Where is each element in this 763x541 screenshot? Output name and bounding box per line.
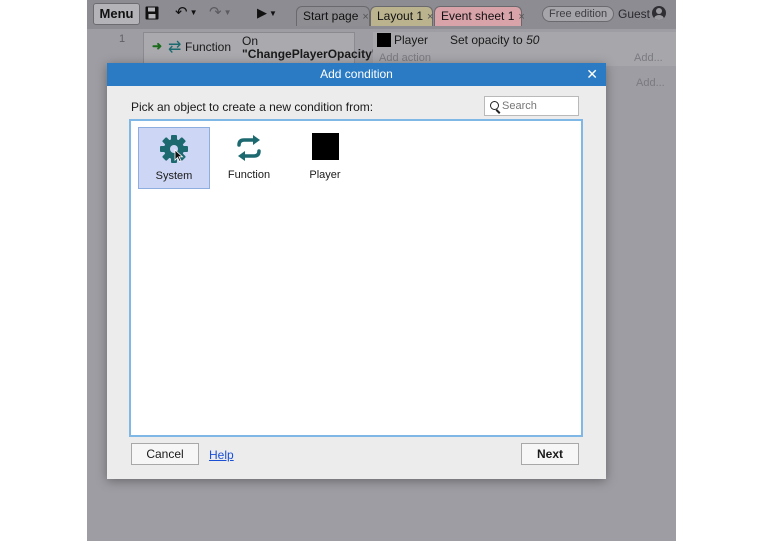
next-button[interactable]: Next [521, 443, 579, 465]
redo-icon: ↷ [209, 4, 222, 21]
user-icon[interactable] [652, 6, 666, 20]
cancel-button[interactable]: Cancel [131, 443, 199, 465]
event-number: 1 [119, 33, 126, 45]
search-input[interactable] [502, 98, 576, 114]
object-item-function[interactable]: Function [213, 127, 285, 189]
tab-layout-1[interactable]: Layout 1 × [370, 6, 433, 26]
function-icon: ⇄ [168, 39, 182, 56]
tab-label: Start page [303, 9, 359, 23]
object-item-system[interactable]: System [138, 127, 210, 189]
condition-object-name: Function [185, 40, 232, 54]
undo-button[interactable]: ↶ ▼ [175, 3, 201, 25]
save-icon [145, 6, 159, 20]
action-text: Set opacity to 50 [450, 33, 539, 47]
play-icon: ▶ [257, 5, 267, 20]
action-value: 50 [526, 33, 540, 47]
redo-button[interactable]: ↷ ▼ [209, 3, 237, 25]
function-icon [213, 133, 285, 163]
condition-trigger-text: On [242, 34, 259, 48]
toolbar: Menu ↶ ▼ ↷ ▼ ▶ ▼ Start page × Layout 1 × Even… [87, 0, 676, 29]
tab-label: Layout 1 [377, 9, 424, 23]
close-tab-icon[interactable]: × [362, 11, 368, 23]
search-box[interactable] [484, 96, 579, 116]
add-condition-dialog: Add condition ✕ Pick an object to create… [107, 63, 606, 479]
player-sprite-icon [377, 33, 391, 47]
object-label: Player [309, 169, 341, 181]
object-label: System [155, 170, 193, 182]
add-action-link[interactable]: Add... [634, 52, 663, 64]
object-label: Function [227, 169, 271, 181]
trigger-arrow-icon: ➜ [152, 39, 163, 53]
dialog-prompt: Pick an object to create a new condition… [131, 100, 374, 114]
close-icon[interactable]: ✕ [586, 65, 598, 83]
undo-dropdown-icon[interactable]: ▼ [190, 8, 198, 17]
preview-button[interactable]: ▶ ▼ [257, 3, 285, 25]
tab-event-sheet-1[interactable]: Event sheet 1 × [434, 6, 525, 26]
gear-icon [139, 134, 209, 164]
close-tab-icon[interactable]: × [518, 11, 524, 23]
add-action-link[interactable]: Add... [636, 77, 665, 89]
event-condition[interactable]: ➜ ⇄ Function On "ChangePlayerOpacity" [143, 32, 377, 64]
preview-dropdown-icon[interactable]: ▼ [269, 9, 277, 18]
close-tab-icon[interactable]: × [427, 11, 433, 23]
condition-parameter: "ChangePlayerOpacity" [242, 47, 378, 61]
undo-icon: ↶ [175, 4, 188, 21]
dialog-titlebar[interactable]: Add condition ✕ [107, 63, 606, 86]
tab-start-page[interactable]: Start page × [296, 6, 370, 26]
object-list[interactable]: System Function Player [129, 119, 583, 437]
guest-label[interactable]: Guest [618, 7, 650, 21]
tab-label: Event sheet 1 [441, 9, 515, 23]
object-item-player[interactable]: Player [289, 127, 361, 189]
free-edition-badge[interactable]: Free edition [542, 6, 615, 22]
action-object-name: Player [394, 33, 429, 47]
redo-dropdown-icon[interactable]: ▼ [224, 8, 232, 17]
action-description: Set opacity to [450, 33, 523, 47]
menu-button[interactable]: Menu [93, 3, 140, 25]
search-icon [490, 101, 499, 110]
event-action[interactable]: Player Set opacity to 50 Add action [373, 32, 676, 66]
dialog-title: Add condition [320, 67, 393, 81]
save-button[interactable] [145, 3, 163, 25]
player-sprite-icon [289, 133, 361, 163]
help-link[interactable]: Help [209, 448, 234, 462]
